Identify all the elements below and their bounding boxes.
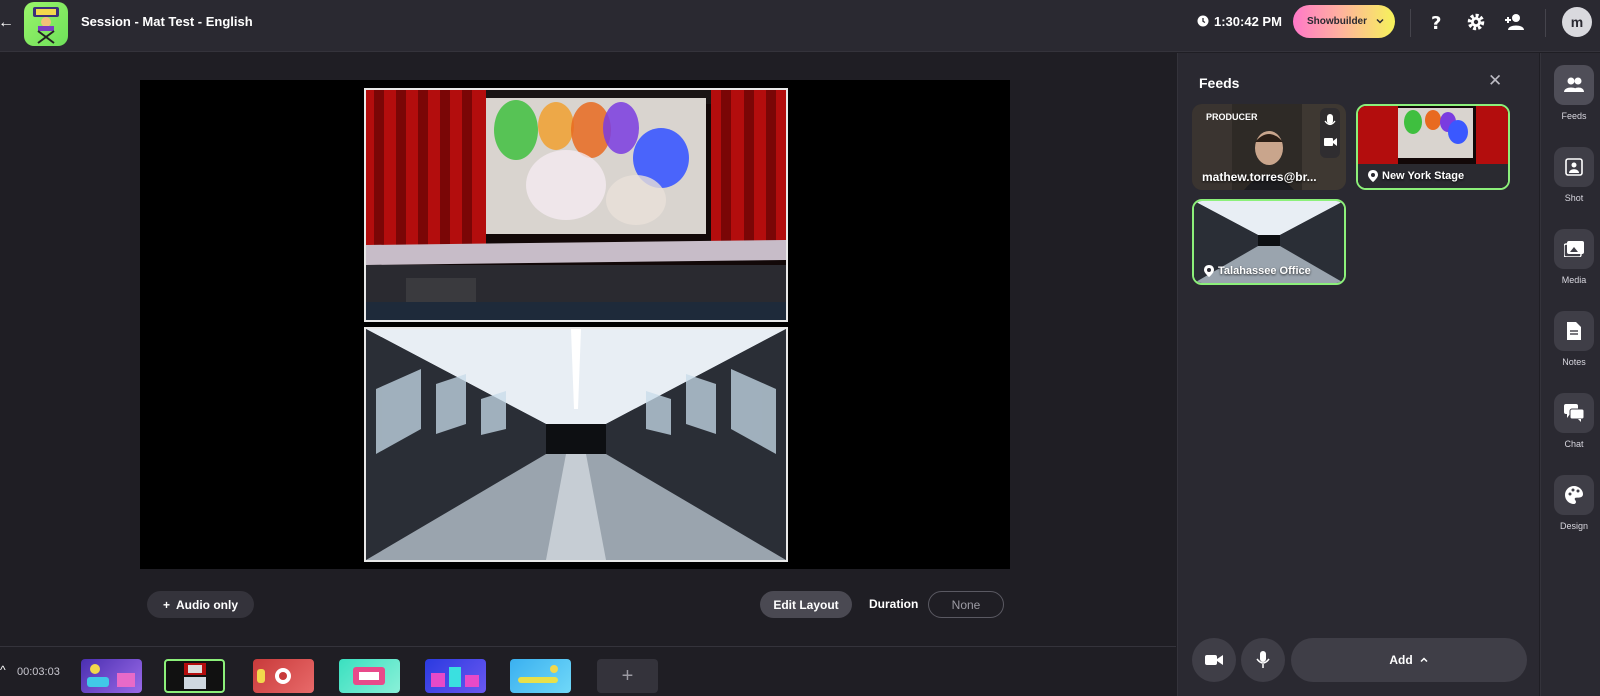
shot-icon: [1554, 147, 1594, 187]
rail-label: Design: [1559, 521, 1588, 531]
stage-feed-talahassee-office[interactable]: [364, 327, 788, 562]
feed-card-producer[interactable]: PRODUCER mathew.torres@br...: [1192, 104, 1346, 190]
feeds-panel: Feeds ✕ PRODUCER mathew.torres@br... New…: [1177, 53, 1539, 696]
document-icon: [1554, 311, 1594, 351]
microphone-toggle-button[interactable]: [1241, 638, 1285, 682]
clock-icon: [1197, 15, 1209, 27]
showbuilder-label: Showbuilder: [1307, 16, 1367, 27]
rail-item-feeds[interactable]: Feeds: [1541, 65, 1600, 139]
rail-label: Feeds: [1561, 111, 1587, 121]
session-title: Session - Mat Test - English: [81, 14, 253, 29]
audio-only-button[interactable]: + Audio only: [147, 591, 254, 618]
microphone-icon: [1324, 114, 1336, 126]
add-feed-button[interactable]: Add: [1291, 638, 1527, 682]
add-scene-button[interactable]: +: [597, 659, 658, 693]
theater-stage-image: [366, 90, 786, 320]
add-feed-label: Add: [1389, 653, 1413, 667]
director-chair-icon: [33, 7, 59, 44]
showbuilder-button[interactable]: Showbuilder: [1293, 5, 1395, 38]
rail-label: Media: [1561, 275, 1587, 285]
right-rail: Feeds Shot Media Notes Chat Design: [1540, 53, 1600, 696]
feed-controls: [1320, 108, 1340, 158]
rail-item-notes[interactable]: Notes: [1541, 311, 1600, 385]
rail-item-media[interactable]: Media: [1541, 229, 1600, 303]
top-bar: ← Session - Mat Test - English 1:30:42 P…: [0, 0, 1600, 52]
svg-text:?: ?: [1431, 13, 1441, 32]
corridor-image: [366, 329, 786, 560]
elapsed-time: 00:03:03: [17, 666, 60, 678]
scene-thumbnail[interactable]: [510, 659, 571, 693]
stage-feed-new-york-stage[interactable]: [364, 88, 788, 322]
rail-label: Shot: [1564, 193, 1584, 203]
feed-card-talahassee-office[interactable]: Talahassee Office: [1192, 199, 1346, 285]
producer-badge: PRODUCER: [1206, 112, 1258, 122]
feeds-panel-title: Feeds: [1199, 75, 1240, 91]
close-icon[interactable]: ✕: [1488, 72, 1504, 89]
divider: [1410, 9, 1411, 37]
scene-thumbnail[interactable]: [81, 659, 142, 693]
rail-item-chat[interactable]: Chat: [1541, 393, 1600, 467]
rail-label: Chat: [1564, 439, 1584, 449]
chat-icon: [1554, 393, 1594, 433]
camera-toggle-button[interactable]: [1192, 638, 1236, 682]
scene-thumbnail-selected[interactable]: [164, 659, 225, 693]
chevron-up-icon[interactable]: ^: [0, 663, 6, 677]
image-icon: [1554, 229, 1594, 269]
video-camera-icon: [1324, 138, 1337, 146]
chevron-up-icon: [1420, 657, 1428, 663]
duration-field[interactable]: None: [928, 591, 1004, 618]
microphone-icon: [1256, 651, 1270, 668]
help-icon[interactable]: ?: [1426, 11, 1448, 33]
feed-card-label: Talahassee Office: [1204, 265, 1311, 277]
feed-card-label: New York Stage: [1368, 170, 1464, 182]
chevron-down-icon: [1376, 18, 1384, 24]
palette-icon: [1554, 475, 1594, 515]
location-pin-icon: [1204, 265, 1214, 277]
rail-item-shot[interactable]: Shot: [1541, 147, 1600, 221]
users-icon: [1554, 65, 1594, 105]
plus-icon: +: [162, 597, 170, 612]
scene-thumbnail[interactable]: [425, 659, 486, 693]
settings-gear-icon[interactable]: [1465, 11, 1487, 33]
feeds-footer: Add: [1178, 638, 1540, 696]
divider: [1545, 9, 1546, 37]
clock-time: 1:30:42 PM: [1214, 14, 1282, 29]
back-arrow-icon[interactable]: ←: [0, 14, 14, 32]
app-logo[interactable]: [24, 2, 68, 46]
invite-user-icon[interactable]: [1505, 11, 1527, 33]
user-avatar[interactable]: m: [1562, 7, 1592, 37]
rail-item-design[interactable]: Design: [1541, 475, 1600, 549]
rail-label: Notes: [1562, 357, 1586, 367]
scene-thumbnail[interactable]: [339, 659, 400, 693]
duration-label: Duration: [869, 597, 919, 611]
audio-only-label: Audio only: [176, 597, 238, 612]
location-pin-icon: [1368, 170, 1378, 182]
scene-thumbnail[interactable]: [253, 659, 314, 693]
video-camera-icon: [1205, 655, 1223, 665]
feed-card-new-york-stage[interactable]: New York Stage: [1356, 104, 1510, 190]
feed-card-label: mathew.torres@br...: [1202, 170, 1317, 184]
scene-strip: ^ 00:03:03 +: [0, 646, 1176, 696]
edit-layout-button[interactable]: Edit Layout: [760, 591, 852, 618]
